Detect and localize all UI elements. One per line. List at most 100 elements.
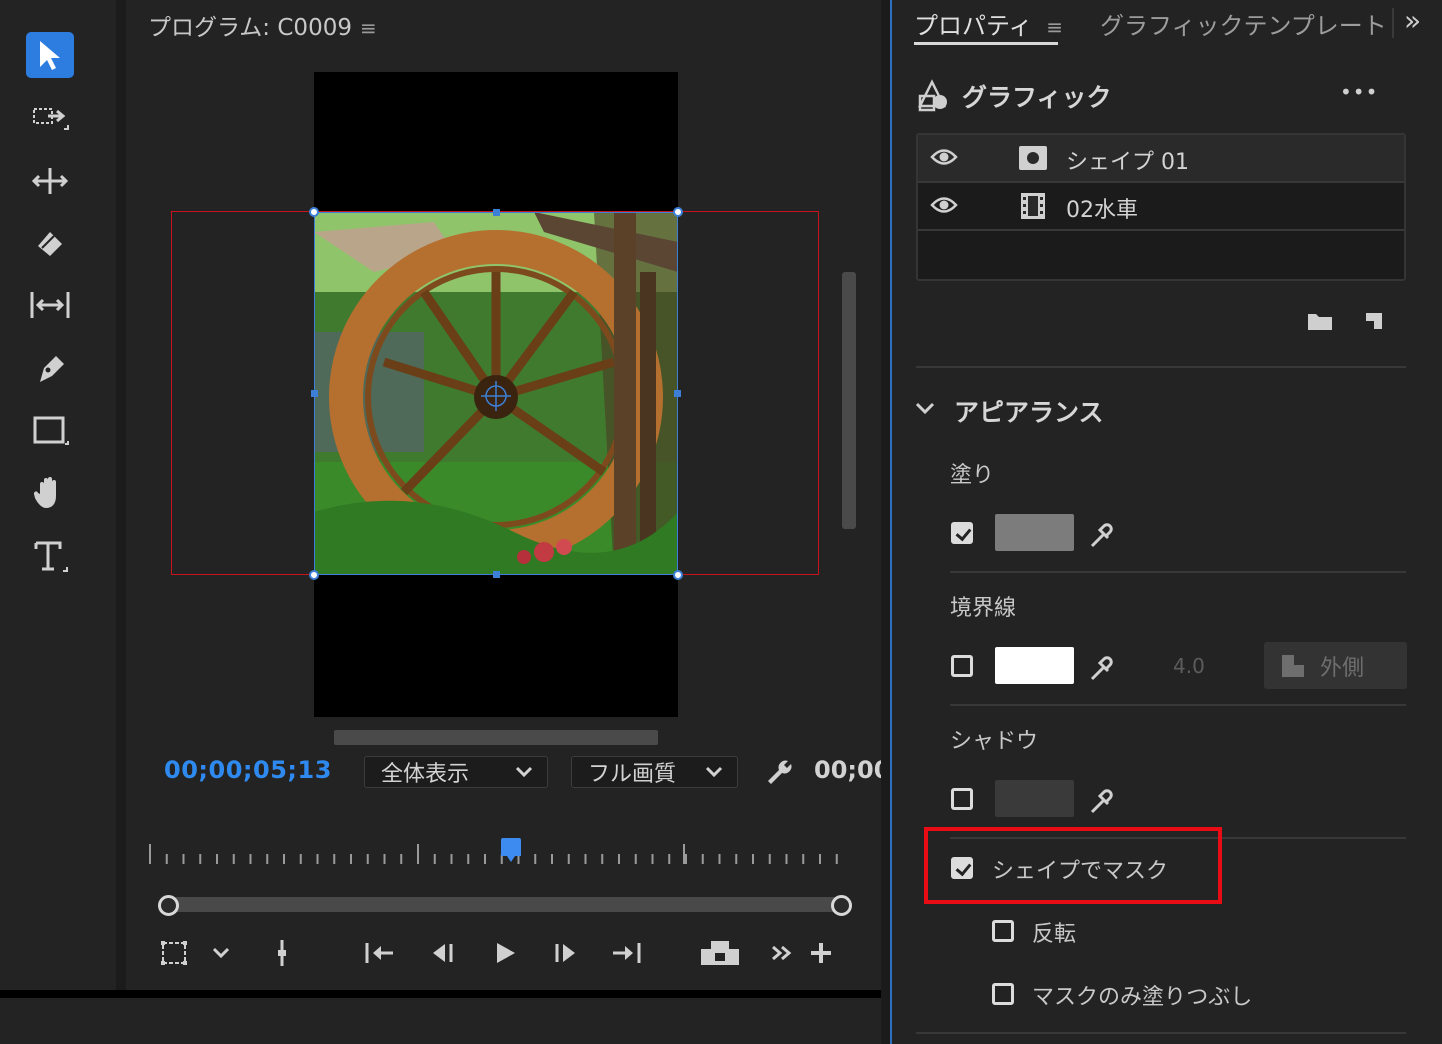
anchor-point-icon[interactable] [481,381,511,411]
resize-handle[interactable] [493,209,500,216]
export-frame-icon[interactable] [698,936,742,970]
invert-checkbox[interactable] [992,920,1014,942]
more-options-icon[interactable]: ••• [1340,80,1378,104]
stroke-outside-icon [1282,654,1304,677]
bottom-panel [0,998,881,1044]
mask-fill-only-label: マスクのみ塗りつぶし [1032,985,1253,1010]
duration-timecode: 00;00 [814,756,881,784]
eyedropper-icon[interactable] [1086,651,1118,683]
program-title[interactable]: プログラム: C0009 ≡ [148,8,377,42]
current-timecode[interactable]: 00;00;05;13 [164,756,332,784]
fill-label: 塗り [950,463,995,488]
pen-tool-icon[interactable] [26,345,74,391]
playhead[interactable] [501,838,521,862]
clip-layer-icon [1021,193,1045,219]
add-button-icon[interactable] [806,936,836,970]
program-monitor: プログラム: C0009 ≡ 00;00;05;13 全体表示 フル画質 00;… [126,0,881,990]
selection-bounding-box[interactable] [309,207,683,580]
rotate-handle[interactable] [673,207,683,217]
tab-properties-label: プロパティ [914,12,1033,40]
add-marker-icon[interactable] [270,936,294,970]
program-title-text: プログラム: C0009 [148,15,352,41]
razor-tool-icon[interactable] [26,220,74,266]
tab-graphic-templates[interactable]: グラフィックテンプレート [1100,6,1387,41]
new-layer-icon[interactable] [1362,309,1386,333]
graphic-shapes-icon [917,79,947,112]
properties-panel: プロパティ ≡ グラフィックテンプレート » グラフィック ••• シェイプ 0… [890,0,1442,1044]
zoom-handle-right[interactable] [831,895,852,916]
panel-divider [0,990,881,998]
new-group-folder-icon[interactable] [1306,310,1334,332]
tab-separator [1392,8,1394,38]
stroke-position-select[interactable]: 外側 [1264,642,1407,689]
layer-row-clip[interactable]: 02水車 [918,183,1404,229]
highlight-annotation [924,827,1222,904]
time-ruler[interactable] [148,842,848,866]
row-divider [950,704,1406,706]
tools-panel [0,0,116,990]
chevron-down-icon [515,766,533,778]
hand-tool-icon[interactable] [26,470,74,516]
zoom-handle-left[interactable] [158,895,179,916]
chevron-down-icon[interactable] [914,397,936,419]
fill-color-swatch[interactable] [995,514,1074,551]
stroke-color-swatch[interactable] [995,647,1074,684]
more-controls-icon[interactable] [768,936,796,970]
eyedropper-icon[interactable] [1086,518,1118,550]
row-divider [950,571,1406,573]
selection-tool-icon[interactable] [26,32,74,78]
layer-label: 02水車 [1066,198,1138,223]
layer-label: シェイプ 01 [1066,150,1189,175]
resize-handle[interactable] [493,571,500,578]
rotate-handle[interactable] [309,570,319,580]
track-select-forward-tool-icon[interactable] [26,95,74,141]
appearance-section-title: アピアランス [954,398,1104,427]
mask-fill-only-checkbox[interactable] [992,983,1014,1005]
wrench-settings-icon[interactable] [762,755,794,787]
zoom-scroll-bar[interactable] [158,895,852,916]
chevron-down-icon [705,766,723,778]
panel-overflow-icon[interactable]: » [1404,4,1421,37]
go-to-in-icon[interactable] [362,936,396,970]
section-divider [916,1032,1406,1034]
tab-menu-icon[interactable]: ≡ [1046,15,1063,39]
stroke-position-label: 外側 [1320,655,1365,681]
resolution-value: フル画質 [588,762,677,787]
resize-handle[interactable] [311,390,318,397]
eye-icon[interactable] [930,146,958,168]
shape-layer-icon [1019,146,1047,170]
layer-row-shape[interactable]: シェイプ 01 [918,135,1404,181]
shadow-label: シャドウ [950,729,1039,754]
stroke-width-value[interactable]: 4.0 [1173,654,1205,678]
resize-handle[interactable] [674,390,681,397]
section-divider [916,366,1406,368]
zoom-level-select[interactable]: 全体表示 [364,756,548,788]
resolution-select[interactable]: フル画質 [571,756,738,788]
fill-checkbox[interactable] [951,522,973,544]
tab-properties[interactable]: プロパティ ≡ [914,6,1063,41]
eyedropper-icon[interactable] [1086,784,1118,816]
horizontal-scrollbar[interactable] [334,730,658,745]
invert-label: 反転 [1032,922,1077,947]
play-icon[interactable] [488,936,522,970]
eye-icon[interactable] [930,194,958,216]
type-tool-icon[interactable] [26,533,74,579]
panel-menu-icon[interactable]: ≡ [360,16,377,40]
go-to-out-icon[interactable] [610,936,644,970]
shadow-checkbox[interactable] [951,788,973,810]
stroke-label: 境界線 [950,596,1017,621]
rectangle-tool-icon[interactable] [26,408,74,454]
vertical-scrollbar[interactable] [842,272,856,529]
slip-tool-icon[interactable] [26,282,74,328]
rotate-handle[interactable] [673,570,683,580]
step-back-icon[interactable] [426,936,460,970]
stroke-checkbox[interactable] [951,655,973,677]
chevron-down-icon[interactable] [206,936,236,970]
safe-margins-icon[interactable] [156,936,192,970]
shadow-color-swatch[interactable] [995,780,1074,817]
step-forward-icon[interactable] [548,936,582,970]
rotate-handle[interactable] [309,207,319,217]
row-divider [918,229,1404,231]
ripple-edit-tool-icon[interactable] [26,158,74,204]
active-tab-indicator [914,42,1058,45]
